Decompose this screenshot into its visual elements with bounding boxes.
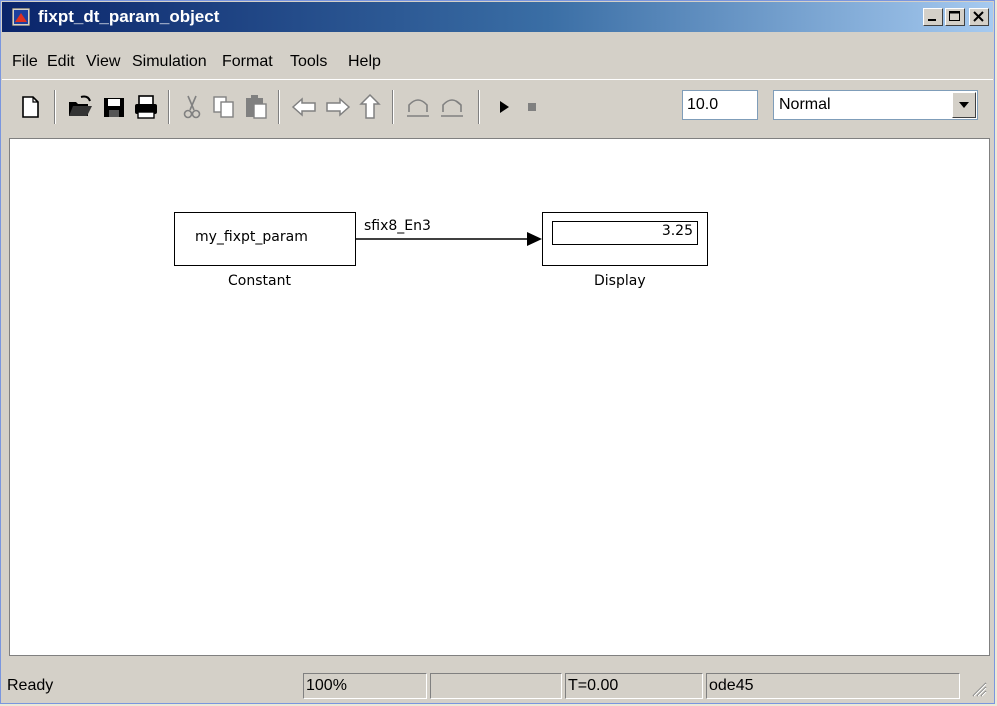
menu-file[interactable]: File — [12, 53, 38, 71]
constant-value: my_fixpt_param — [195, 229, 308, 245]
toolbar-separator — [392, 90, 394, 124]
mode-dropdown-button[interactable] — [952, 92, 976, 118]
close-button[interactable] — [969, 8, 989, 26]
start-simulation-icon[interactable] — [490, 92, 518, 122]
signal-label[interactable]: sfix8_En3 — [364, 218, 431, 234]
model-window: fixpt_dt_param_object File Edit View Sim… — [0, 0, 995, 704]
menu-bar: File Edit View Simulation Format Tools H… — [2, 33, 993, 77]
constant-block-label[interactable]: Constant — [228, 273, 291, 289]
toolbar: 10.0 Normal — [2, 79, 993, 136]
toolbar-separator — [54, 90, 56, 124]
status-ready: Ready — [7, 677, 54, 694]
status-empty — [430, 673, 562, 699]
window-title: fixpt_dt_param_object — [38, 7, 220, 26]
display-block[interactable]: 3.25 — [542, 212, 708, 266]
toolbar-separator — [168, 90, 170, 124]
menu-format[interactable]: Format — [222, 53, 273, 71]
back-icon[interactable] — [290, 92, 318, 122]
menu-edit[interactable]: Edit — [47, 53, 75, 71]
simulation-mode-select[interactable]: Normal — [773, 90, 978, 120]
display-block-label[interactable]: Display — [594, 273, 646, 289]
simulink-app-icon — [12, 8, 30, 26]
maximize-icon — [949, 11, 960, 21]
title-bar[interactable]: fixpt_dt_param_object — [2, 2, 993, 32]
constant-block[interactable]: my_fixpt_param — [174, 212, 356, 266]
menu-help[interactable]: Help — [348, 53, 381, 71]
copy-icon[interactable] — [210, 92, 238, 122]
minimize-icon — [928, 19, 936, 21]
display-readout: 3.25 — [552, 221, 698, 245]
status-solver: ode45 — [706, 673, 960, 699]
print-icon[interactable] — [132, 92, 160, 122]
stop-simulation-icon[interactable] — [518, 92, 546, 122]
save-icon[interactable] — [100, 92, 128, 122]
toolbar-separator — [478, 90, 480, 124]
maximize-button[interactable] — [945, 8, 965, 26]
close-icon — [973, 11, 984, 22]
chevron-down-icon — [959, 102, 969, 108]
up-icon[interactable] — [356, 92, 384, 122]
signal-line[interactable] — [10, 139, 991, 657]
signal-arrowhead — [527, 232, 542, 246]
cut-icon[interactable] — [178, 92, 206, 122]
menu-view[interactable]: View — [86, 53, 120, 71]
new-model-icon[interactable] — [16, 92, 44, 122]
simulation-mode-value: Normal — [779, 96, 831, 113]
status-bar: Ready 100% T=0.00 ode45 — [2, 661, 993, 701]
menu-tools[interactable]: Tools — [290, 53, 327, 71]
toolbar-separator — [278, 90, 280, 124]
status-time: T=0.00 — [565, 673, 703, 699]
paste-icon[interactable] — [242, 92, 270, 122]
redo-icon[interactable] — [438, 92, 466, 122]
undo-icon[interactable] — [404, 92, 432, 122]
forward-icon[interactable] — [324, 92, 352, 122]
stop-time-input[interactable]: 10.0 — [682, 90, 758, 120]
menu-simulation[interactable]: Simulation — [132, 53, 207, 71]
model-canvas[interactable]: sfix8_En3 my_fixpt_param Constant 3.25 D… — [9, 138, 990, 656]
open-icon[interactable] — [66, 92, 94, 122]
minimize-button[interactable] — [923, 8, 943, 26]
status-zoom: 100% — [303, 673, 427, 699]
resize-grip-icon[interactable] — [971, 681, 987, 697]
